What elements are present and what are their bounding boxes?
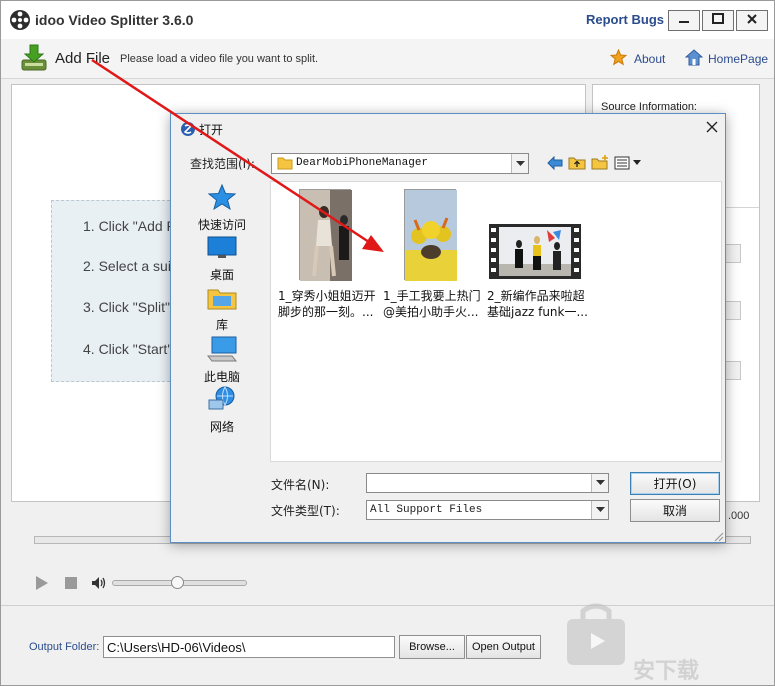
about-link[interactable]: About	[634, 52, 665, 66]
up-folder-icon	[568, 155, 586, 173]
volume-icon[interactable]	[91, 576, 107, 593]
add-file-button[interactable]: Add File	[55, 50, 110, 67]
close-icon	[746, 13, 758, 28]
place-network[interactable]: 网络	[192, 386, 252, 435]
app-title: idoo Video Splitter 3.6.0	[35, 12, 194, 28]
home-icon	[684, 49, 704, 69]
file-name-line1: 1_穿秀小姐姐迈开	[278, 289, 376, 303]
film-reel-icon	[9, 9, 31, 34]
watermark-logo-icon	[561, 601, 631, 674]
view-menu-button[interactable]	[613, 154, 643, 174]
add-file-icon[interactable]	[19, 43, 49, 76]
watermark-text: 安下载 anxz.com	[633, 658, 700, 683]
look-in-label: 查找范围(I):	[190, 157, 255, 171]
video-thumbnail	[404, 189, 457, 281]
file-name-label: 文件名(N):	[271, 478, 330, 492]
desktop-icon	[207, 236, 237, 263]
file-name-line1: 1_手工我要上热门	[383, 289, 481, 303]
view-list-icon	[614, 156, 642, 173]
star-icon	[207, 183, 237, 213]
place-library[interactable]: 库	[192, 286, 252, 333]
file-type-value: All Support Files	[370, 504, 483, 516]
close-button[interactable]	[736, 10, 768, 31]
cancel-button[interactable]: 取消	[630, 499, 720, 522]
volume-thumb[interactable]	[171, 576, 184, 589]
chevron-down-icon	[591, 501, 608, 519]
step-2: 2. Select a suit	[83, 258, 175, 274]
dialog-close-button[interactable]	[702, 118, 722, 138]
place-desktop[interactable]: 桌面	[192, 236, 252, 283]
file-name-line1: 2_新编作品来啦超	[487, 289, 585, 303]
resize-grip-icon[interactable]	[712, 530, 724, 542]
file-type-label: 文件类型(T):	[271, 504, 340, 518]
browse-button[interactable]: Browse...	[399, 635, 465, 659]
file-item-1[interactable]: 1_穿秀小姐姐迈开 脚步的那一刻。...	[278, 186, 384, 326]
maximize-icon	[712, 13, 724, 28]
dialog-title: 打开	[199, 123, 224, 137]
file-item-2[interactable]: 1_手工我要上热门 @美拍小助手火...	[383, 186, 489, 326]
file-name-line2: @美拍小助手火...	[383, 305, 479, 319]
new-folder-button[interactable]	[589, 154, 611, 174]
look-in-value: DearMobiPhoneManager	[296, 157, 429, 169]
chevron-down-icon[interactable]	[591, 474, 608, 492]
output-folder-input[interactable]	[103, 636, 395, 658]
new-folder-icon	[591, 155, 609, 173]
title-bar: idoo Video Splitter 3.6.0 Report Bugs	[1, 1, 774, 39]
dialog-app-icon	[180, 121, 196, 140]
file-name-input[interactable]	[366, 473, 609, 493]
file-name-line2: 脚步的那一刻。...	[278, 305, 374, 319]
source-info-label: Source Information:	[601, 101, 697, 113]
library-icon	[207, 286, 237, 313]
video-thumbnail	[299, 189, 352, 281]
maximize-button[interactable]	[702, 10, 734, 31]
report-bugs-link[interactable]: Report Bugs	[586, 12, 664, 27]
play-icon[interactable]	[34, 575, 50, 594]
homepage-link[interactable]: HomePage	[708, 52, 768, 66]
place-quick-access[interactable]: 快速访问	[192, 183, 252, 233]
place-this-pc[interactable]: 此电脑	[192, 336, 252, 385]
folder-icon	[277, 156, 293, 173]
step-1: 1. Click "Add F	[83, 218, 176, 234]
star-icon	[609, 48, 628, 69]
step-4: 4. Click "Start"	[83, 341, 173, 357]
load-hint-text: Please load a video file you want to spl…	[120, 53, 319, 65]
close-icon	[706, 121, 718, 136]
up-folder-button[interactable]	[566, 154, 588, 174]
minimize-icon	[678, 13, 690, 28]
back-button[interactable]	[544, 154, 566, 174]
video-thumbnail	[489, 224, 581, 279]
output-folder-label: Output Folder:	[29, 641, 100, 653]
network-icon	[207, 386, 237, 415]
chevron-down-icon	[511, 154, 528, 173]
minimize-button[interactable]	[668, 10, 700, 31]
step-3: 3. Click "Split"	[83, 299, 170, 315]
computer-icon	[206, 336, 238, 365]
open-button[interactable]: 打开(O)	[630, 472, 720, 495]
stop-icon[interactable]	[65, 577, 78, 593]
time-end-readout: .000	[728, 510, 750, 522]
open-output-button[interactable]: Open Output	[466, 635, 541, 659]
file-name-line2: 基础jazz funk一...	[487, 305, 588, 319]
toolbar: Add File Please load a video file you wa…	[1, 39, 774, 79]
file-item-3[interactable]: 2_新编作品来啦超 基础jazz funk一...	[487, 186, 593, 326]
back-arrow-icon	[547, 155, 563, 173]
